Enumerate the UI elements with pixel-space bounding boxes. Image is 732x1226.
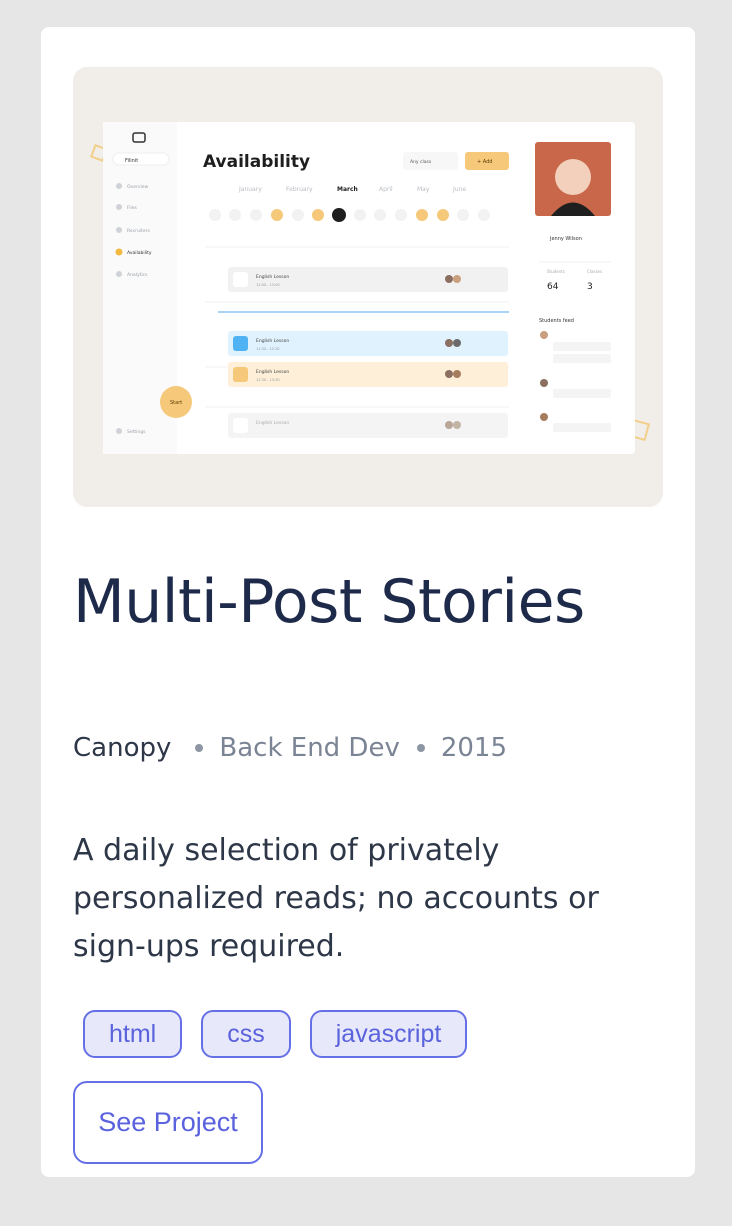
profile-face: [555, 159, 591, 195]
stat-label-students: Students: [547, 269, 565, 274]
stat-value-classes: 3: [587, 282, 593, 292]
class-filter-label: Any class: [410, 159, 432, 165]
analytics-icon: [116, 271, 122, 277]
stat-label-classes: Classes: [587, 269, 602, 274]
lesson-title: English Lesson: [256, 420, 289, 426]
avatar: [445, 421, 453, 429]
tag-css: css: [201, 1010, 291, 1058]
project-title: Multi-Post Stories: [73, 567, 585, 637]
month-february: February: [286, 186, 313, 193]
sidebar-item-overview: Overview: [127, 184, 149, 190]
sidebar-item-availability: Availability: [127, 250, 152, 256]
project-thumbnail[interactable]: Filinit Overview Files Recruiters Availa…: [73, 67, 663, 507]
lesson-icon: [233, 367, 248, 382]
project-role: Back End Dev: [219, 733, 400, 763]
avatar: [453, 370, 461, 378]
settings-icon: [116, 428, 122, 434]
lesson-icon: [233, 418, 248, 433]
lesson-title: English Lesson: [256, 338, 289, 344]
avatar: [445, 339, 453, 347]
avatar: [445, 370, 453, 378]
sidebar-item-analytics: Analytics: [127, 272, 148, 278]
separator-dot: [416, 744, 425, 752]
sidebar-item-recruiters: Recruiters: [127, 228, 151, 234]
overview-icon: [116, 183, 122, 189]
project-card: Filinit Overview Files Recruiters Availa…: [41, 27, 695, 1177]
lesson-time: 12:30 - 13:30: [256, 378, 280, 382]
add-button-label: + Add: [477, 159, 492, 165]
project-company: Canopy: [73, 733, 172, 763]
avatar: [453, 275, 461, 283]
sidebar-item-files: Files: [127, 205, 138, 211]
project-year: 2015: [440, 733, 508, 763]
tag-list: html css javascript: [83, 1010, 468, 1058]
lesson-title: English Lesson: [256, 369, 289, 375]
avatar: [453, 421, 461, 429]
avatar: [453, 339, 461, 347]
start-label: Start: [170, 400, 182, 406]
sidebar-item-settings: Settings: [127, 429, 146, 435]
tag-javascript: javascript: [309, 1010, 468, 1058]
availability-heading: Availability: [203, 152, 310, 172]
brand-label: Filinit: [125, 158, 138, 164]
recruiters-icon: [116, 227, 122, 233]
lesson-title: English Lesson: [256, 274, 289, 280]
month-may: May: [417, 186, 430, 193]
lesson-time: 11:30 - 12:30: [256, 347, 280, 351]
profile-name: Jenny Wilson: [549, 236, 582, 242]
students-feed-title: Students feed: [539, 318, 574, 324]
dashboard-preview-image: Filinit Overview Files Recruiters Availa…: [90, 122, 651, 454]
availability-icon: [115, 248, 123, 256]
lesson-time: 12:00 - 13:00: [256, 283, 280, 287]
tag-html: html: [83, 1010, 183, 1058]
stat-value-students: 64: [547, 282, 559, 292]
separator-dot: [195, 744, 204, 752]
see-project-button[interactable]: See Project: [73, 1081, 263, 1164]
brand-select: [112, 152, 170, 166]
lesson-icon: [233, 336, 248, 351]
files-icon: [116, 204, 122, 210]
lesson-icon: [233, 272, 248, 287]
month-january: January: [238, 186, 262, 193]
month-june: June: [452, 186, 466, 193]
month-april: April: [379, 186, 393, 193]
month-march: March: [337, 186, 358, 193]
project-meta: Canopy Back End Dev 2015: [73, 730, 507, 766]
project-description: A daily selection of privately personali…: [73, 833, 599, 964]
avatar: [445, 275, 453, 283]
